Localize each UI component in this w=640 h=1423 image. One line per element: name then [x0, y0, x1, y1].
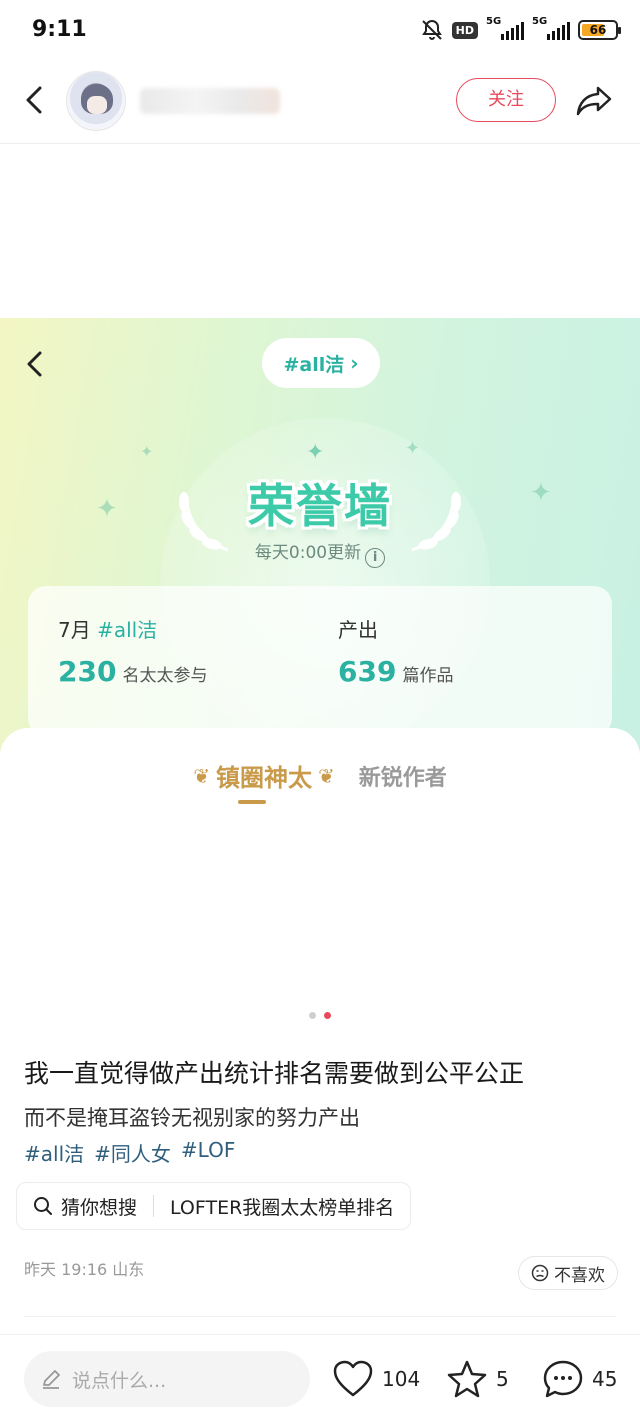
comment-input[interactable]: 说点什么...: [24, 1351, 310, 1407]
dislike-button[interactable]: 不喜欢: [518, 1256, 618, 1290]
tag-link[interactable]: #同人女: [94, 1138, 171, 1167]
author-avatar[interactable]: [66, 71, 126, 131]
tag-link[interactable]: #LOF: [181, 1138, 235, 1167]
works-count: 639: [338, 655, 397, 688]
update-text: 每天0:00更新: [254, 543, 362, 563]
signal-icon-2: 5G: [532, 16, 570, 41]
tag-link[interactable]: #all洁: [24, 1138, 84, 1167]
carousel-indicator: [0, 1012, 640, 1019]
guess-label: 猜你想搜: [61, 1196, 138, 1219]
hd-badge: HD: [451, 21, 478, 39]
comment-count: 45: [592, 1367, 618, 1391]
banner-back-icon: [27, 351, 42, 377]
topic-label: #all洁: [283, 353, 345, 376]
heart-icon: [333, 1360, 373, 1397]
follow-button[interactable]: 关注: [456, 78, 556, 122]
signal-icon-1: 5G: [486, 16, 524, 41]
stat-month: 7月: [58, 618, 91, 642]
post-subtitle: 而不是掩耳盗铃无视别家的努力产出: [24, 1106, 360, 1130]
network-label-2: 5G: [532, 16, 548, 27]
post-image[interactable]: ✦ ✦ ✦ ✦ ✦ #all洁 › 荣誉墙 每天0:00更新 i 7月 #all洁…: [0, 318, 640, 1018]
carousel-dot: [309, 1012, 316, 1019]
stat-topic-tag: #all洁: [97, 618, 158, 642]
status-bar: 9:11 HD 5G 5G 66: [0, 0, 640, 62]
wheat-left-icon: ❦: [193, 763, 210, 788]
frown-icon: [531, 1264, 549, 1282]
battery-icon: 66: [578, 20, 621, 40]
comment-bubble-icon: [543, 1360, 583, 1398]
search-icon: [34, 1197, 52, 1215]
post-header: 关注: [0, 62, 640, 144]
update-note: 每天0:00更新 i: [0, 538, 640, 568]
post-meta: 昨天 19:16 山东: [24, 1260, 145, 1279]
author-name-blurred[interactable]: [140, 88, 280, 114]
topic-pill: #all洁 ›: [262, 338, 380, 388]
pencil-icon: [43, 1370, 60, 1389]
participants-suffix: 名太太参与: [122, 666, 208, 686]
status-icons: HD 5G 5G 66: [420, 16, 621, 42]
ranking-panel: ❦ 镇圈神太 ❦ 新锐作者: [0, 728, 640, 1018]
guess-query[interactable]: LOFTER我圈太太榜单排名: [170, 1193, 394, 1220]
favorite-count: 5: [496, 1367, 509, 1391]
output-label: 产出: [338, 618, 378, 642]
works-suffix: 篇作品: [402, 666, 454, 686]
mute-bell-icon: [421, 19, 442, 40]
active-tab-underline: [238, 800, 266, 804]
share-icon[interactable]: [574, 82, 614, 118]
comment-placeholder: 说点什么...: [72, 1369, 167, 1392]
battery-level: 66: [589, 23, 607, 37]
back-arrow-icon[interactable]: [20, 82, 50, 118]
chevron-right-icon: ›: [350, 351, 359, 375]
star-icon: [447, 1360, 487, 1398]
works-stat: 产出 639 篇作品: [338, 614, 453, 688]
comment-button[interactable]: 45: [542, 1353, 617, 1405]
post-tags: #all洁 #同人女 #LOF: [24, 1138, 235, 1167]
dislike-label: 不喜欢: [554, 1265, 605, 1286]
favorite-button[interactable]: 5: [446, 1353, 509, 1405]
like-count: 104: [382, 1367, 421, 1391]
post-title: 我一直觉得做产出统计排名需要做到公平公正: [24, 1059, 525, 1088]
tab-top-authors: ❦ 镇圈神太 ❦: [193, 758, 335, 793]
network-label-1: 5G: [486, 16, 502, 27]
divider: [24, 1316, 616, 1317]
carousel-dot-active: [324, 1012, 331, 1019]
info-icon: i: [365, 548, 386, 568]
wheat-right-icon: ❦: [317, 763, 335, 788]
participants-count: 230: [58, 655, 117, 688]
tab-new-authors: 新锐作者: [358, 765, 447, 791]
like-button[interactable]: 104: [332, 1353, 420, 1405]
tab-top-authors-label: 镇圈神太: [215, 764, 312, 792]
bottom-action-bar: 说点什么... 104 5 45: [0, 1334, 640, 1423]
honor-wall-title: 荣誉墙: [248, 479, 392, 533]
participants-stat: 7月 #all洁 230 名太太参与: [58, 614, 207, 688]
status-time: 9:11: [32, 17, 87, 42]
stats-card: 7月 #all洁 230 名太太参与 产出 639 篇作品: [28, 586, 612, 736]
guess-search-box[interactable]: 猜你想搜 LOFTER我圈太太榜单排名: [16, 1182, 412, 1230]
